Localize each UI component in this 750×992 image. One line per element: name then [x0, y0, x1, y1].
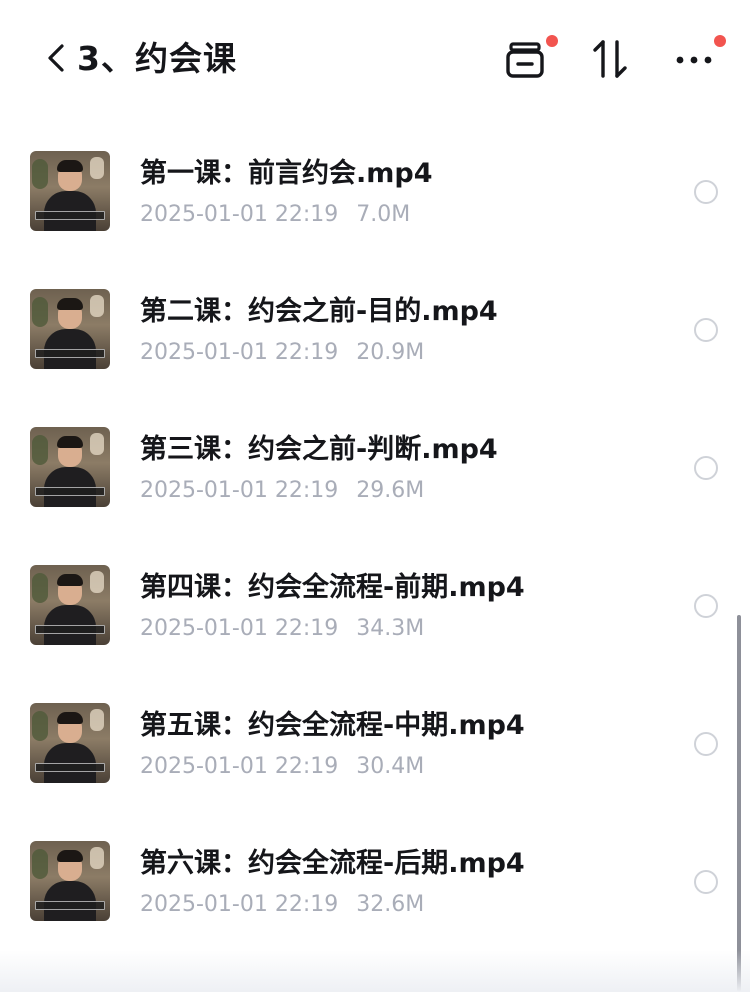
select-radio[interactable] — [694, 318, 718, 342]
page-title: 3、约会课 — [77, 39, 237, 78]
file-date: 2025-01-01 22:19 — [140, 202, 339, 227]
file-row[interactable]: 第三课：约会之前-判断.mp4 2025-01-01 22:19 29.6M — [0, 392, 750, 530]
notification-dot — [546, 35, 558, 47]
scrollbar-thumb[interactable] — [737, 615, 741, 992]
card-view-button[interactable] — [502, 34, 558, 84]
select-radio[interactable] — [694, 594, 718, 618]
sort-icon — [593, 40, 627, 78]
file-name: 第四课：约会全流程-前期.mp4 — [140, 572, 525, 603]
file-meta: 2025-01-01 22:19 30.4M — [140, 752, 424, 782]
file-row[interactable]: 第六课：约会全流程-后期.mp4 2025-01-01 22:19 32.6M — [0, 806, 750, 944]
video-thumbnail — [30, 703, 110, 783]
file-meta: 2025-01-01 22:19 34.3M — [140, 614, 424, 644]
back-button[interactable] — [40, 38, 76, 78]
select-radio[interactable] — [694, 456, 718, 480]
header-bar: 3、约会课 — [0, 0, 750, 116]
card-view-icon — [506, 42, 544, 78]
file-date: 2025-01-01 22:19 — [140, 478, 339, 503]
file-date: 2025-01-01 22:19 — [140, 754, 339, 779]
chevron-left-icon — [48, 44, 64, 72]
file-name: 第五课：约会全流程-中期.mp4 — [140, 710, 525, 741]
file-date: 2025-01-01 22:19 — [140, 616, 339, 641]
select-radio[interactable] — [694, 180, 718, 204]
select-radio[interactable] — [694, 870, 718, 894]
file-size: 30.4M — [356, 754, 425, 779]
file-meta: 2025-01-01 22:19 29.6M — [140, 476, 424, 506]
notification-dot — [714, 35, 726, 47]
file-meta: 2025-01-01 22:19 7.0M — [140, 200, 410, 230]
video-thumbnail — [30, 151, 110, 231]
file-name: 第二课：约会之前-目的.mp4 — [140, 296, 498, 327]
file-size: 32.6M — [356, 892, 425, 917]
file-list: 第一课：前言约会.mp4 2025-01-01 22:19 7.0M 第二课：约会… — [0, 116, 750, 944]
file-meta: 2025-01-01 22:19 20.9M — [140, 338, 424, 368]
file-size: 7.0M — [356, 202, 411, 227]
file-name: 第六课：约会全流程-后期.mp4 — [140, 848, 525, 879]
file-meta: 2025-01-01 22:19 32.6M — [140, 890, 424, 920]
file-row[interactable]: 第一课：前言约会.mp4 2025-01-01 22:19 7.0M — [0, 116, 750, 254]
file-row[interactable]: 第二课：约会之前-目的.mp4 2025-01-01 22:19 20.9M — [0, 254, 750, 392]
more-button[interactable] — [672, 34, 726, 84]
select-radio[interactable] — [694, 732, 718, 756]
file-date: 2025-01-01 22:19 — [140, 892, 339, 917]
file-size: 29.6M — [356, 478, 425, 503]
video-thumbnail — [30, 841, 110, 921]
video-thumbnail — [30, 565, 110, 645]
file-date: 2025-01-01 22:19 — [140, 340, 339, 365]
sort-button[interactable] — [586, 34, 636, 84]
file-row[interactable]: 第五课：约会全流程-中期.mp4 2025-01-01 22:19 30.4M — [0, 668, 750, 806]
file-list-screen: 3、约会课 第一课：前言约会.mp4 2025-01-01 22:19 7.0M… — [0, 0, 750, 992]
file-size: 20.9M — [356, 340, 425, 365]
video-thumbnail — [30, 427, 110, 507]
file-name: 第一课：前言约会.mp4 — [140, 158, 433, 189]
video-thumbnail — [30, 289, 110, 369]
file-name: 第三课：约会之前-判断.mp4 — [140, 434, 498, 465]
file-row[interactable]: 第四课：约会全流程-前期.mp4 2025-01-01 22:19 34.3M — [0, 530, 750, 668]
file-size: 34.3M — [356, 616, 425, 641]
bottom-fade — [0, 950, 750, 992]
